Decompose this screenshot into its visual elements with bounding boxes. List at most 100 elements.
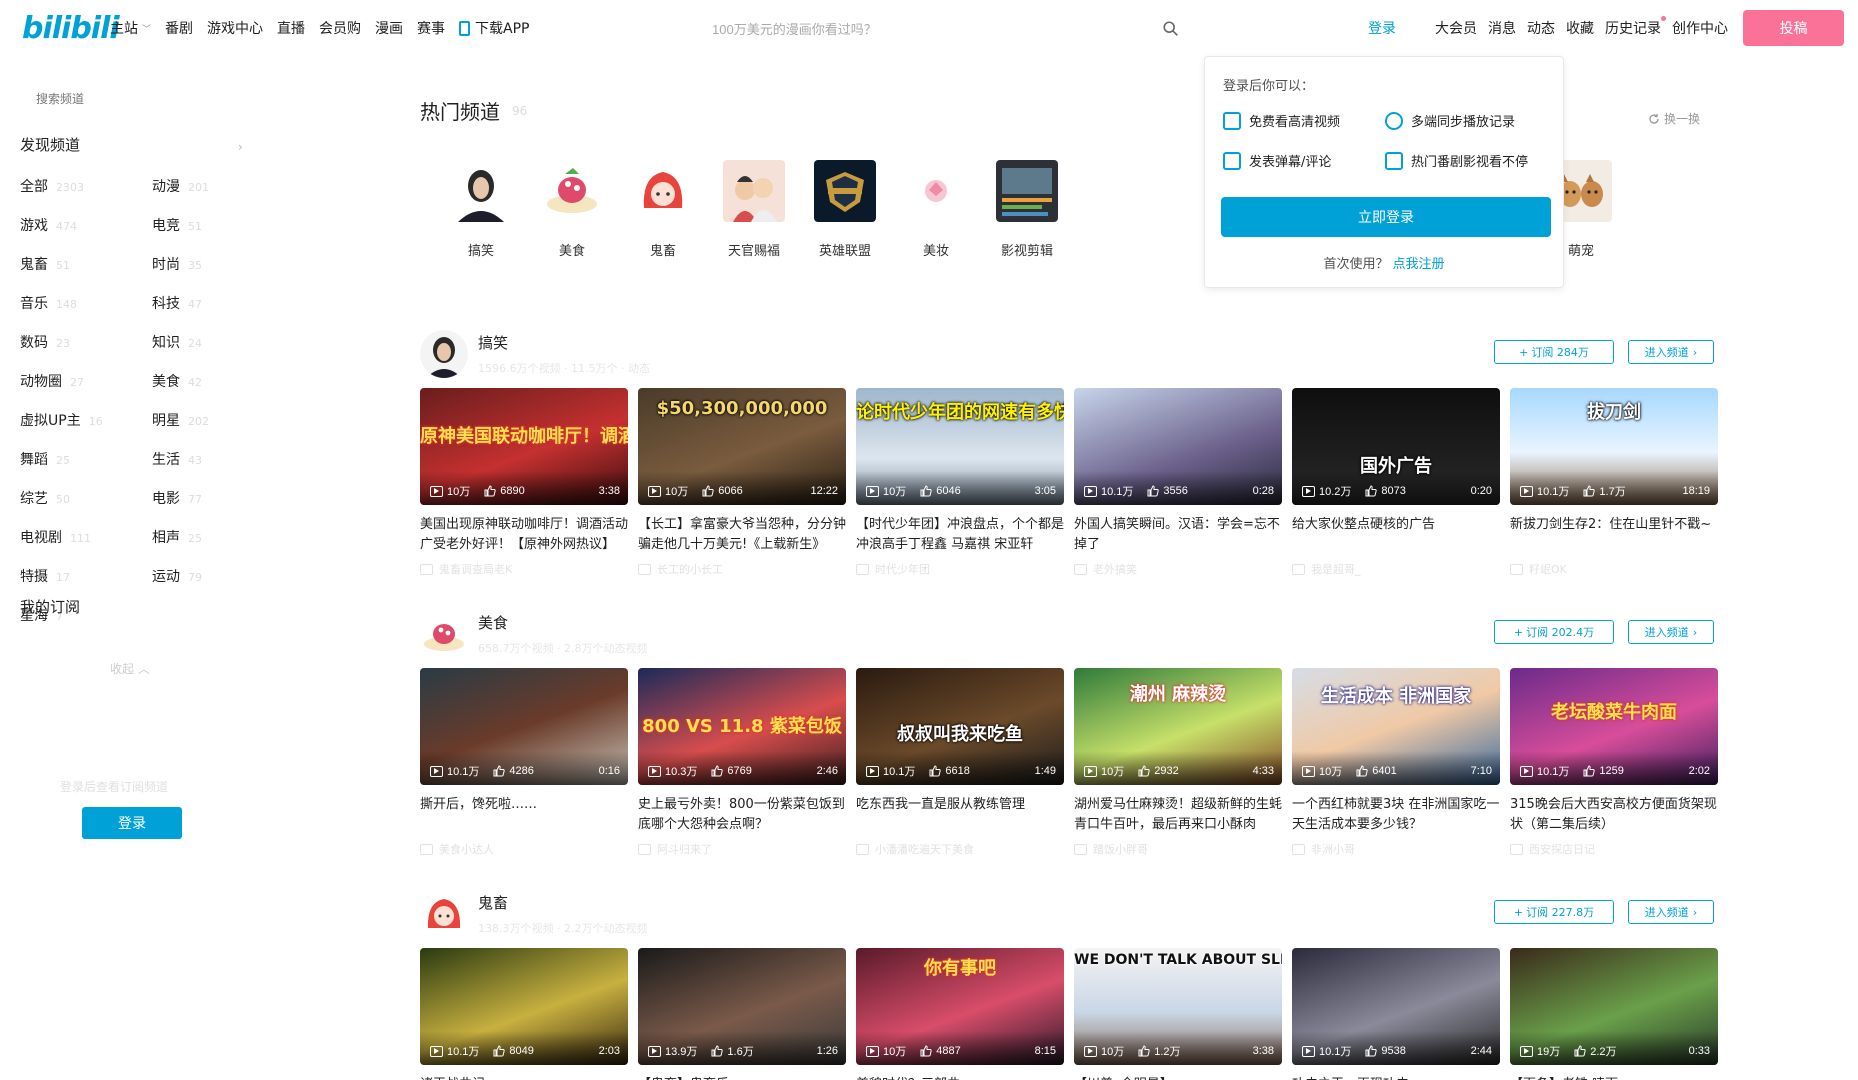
video-thumbnail[interactable]: 19万 2.2万 0:33 <box>1510 948 1718 1065</box>
channel-avatar[interactable] <box>420 610 468 658</box>
video-thumbnail[interactable]: 你有事吧 10万 4887 8:15 <box>856 948 1064 1065</box>
video-thumbnail[interactable]: 生活成本 非洲国家 10万 6401 7:10 <box>1292 668 1500 785</box>
uploader[interactable]: 籽岷OK <box>1510 561 1718 577</box>
bilibili-logo[interactable]: bilibili <box>22 11 120 46</box>
refresh-button[interactable]: 换一换 <box>1648 110 1700 127</box>
nav-live[interactable]: 直播 <box>277 18 305 38</box>
nav-creator-center[interactable]: 创作中心 <box>1672 18 1728 38</box>
video-card[interactable]: 原神美国联动咖啡厅！调酒互动获外网疯狂 10万 6890 3:38 美国出现原神… <box>420 388 628 577</box>
sidebar-channel-item[interactable]: 明星 202 <box>152 410 240 430</box>
nav-messages[interactable]: 消息 <box>1488 18 1516 38</box>
search-input[interactable] <box>700 21 1140 37</box>
uploader[interactable]: 老外搞笑 <box>1074 561 1282 577</box>
sidebar-channel-item[interactable]: 动物圈 27 <box>20 371 152 391</box>
sidebar-channel-item[interactable]: 动漫 201 <box>152 176 240 196</box>
sidebar-channel-item[interactable]: 全部 2303 <box>20 176 152 196</box>
sidebar-channel-item[interactable]: 电竞 51 <box>152 215 240 235</box>
video-thumbnail[interactable]: 拔刀剑 10.1万 1.7万 18:19 <box>1510 388 1718 505</box>
channel-avatar[interactable] <box>420 330 468 378</box>
video-thumbnail[interactable]: 老坛酸菜牛肉面 10.1万 1259 2:02 <box>1510 668 1718 785</box>
video-title[interactable]: 【面条】老铁 嗦面 <box>1510 1075 1718 1080</box>
nav-game-center[interactable]: 游戏中心 <box>207 18 263 38</box>
section-channel-name[interactable]: 搞笑 <box>478 332 508 353</box>
sidebar-channel-item[interactable]: 游戏 474 <box>20 215 152 235</box>
video-title[interactable]: 外国人搞笑瞬间。汉语：学会=忘不掉了 <box>1074 515 1282 555</box>
enter-channel-button[interactable]: 进入频道 › <box>1628 900 1714 924</box>
uploader[interactable]: 阿斗归来了 <box>638 841 846 857</box>
sidebar-channel-item[interactable]: 音乐 148 <box>20 293 152 313</box>
video-card[interactable]: 10.1万 9538 2:44 功夫之王，再现功夫 <box>1292 948 1500 1080</box>
video-thumbnail[interactable]: $50,300,000,000 10万 6066 12:22 <box>638 388 846 505</box>
video-card[interactable]: 800 VS 11.8 紫菜包饭 10.3万 6769 2:46 史上最亏外卖！… <box>638 668 846 857</box>
sidebar-channel-item[interactable]: 虚拟UP主 16 <box>20 410 152 430</box>
video-title[interactable]: 【时代少年团】冲浪盘点，个个都是冲浪高手丁程鑫 马嘉祺 宋亚轩 <box>856 515 1064 555</box>
uploader[interactable]: 蹭饭小胖哥 <box>1074 841 1282 857</box>
video-card[interactable]: 10.1万 8049 2:03 诸王战曲记 <box>420 948 628 1080</box>
video-title[interactable]: 史上最亏外卖！800一份紫菜包饭到底哪个大怨种会点啊？ <box>638 795 846 835</box>
uploader[interactable]: 小潘潘吃遍天下美食 <box>856 841 1064 857</box>
nav-esports[interactable]: 赛事 <box>417 18 445 38</box>
video-card[interactable]: 叔叔叫我来吃鱼 10.1万 6618 1:49 吃东西我一直是服从教练管理 小潘… <box>856 668 1064 857</box>
nav-mall[interactable]: 会员购 <box>319 18 361 38</box>
video-card[interactable]: 10.1万 3556 0:28 外国人搞笑瞬间。汉语：学会=忘不掉了 老外搞笑 <box>1074 388 1282 577</box>
video-thumbnail[interactable]: WE DON'T TALK ABOUT SLEEPY JOE 10万 1.2万 … <box>1074 948 1282 1065</box>
video-card[interactable]: 13.9万 1.6万 1:26 【鬼畜】鬼畜乐 <box>638 948 846 1080</box>
sidebar-channel-item[interactable]: 知识 24 <box>152 332 240 352</box>
hot-channel-item[interactable]: 美妆 <box>891 160 981 259</box>
video-title[interactable]: 给大家伙整点硬核的广告 <box>1292 515 1500 555</box>
section-channel-name[interactable]: 美食 <box>478 612 508 633</box>
popover-login-button[interactable]: 立即登录 <box>1221 197 1551 237</box>
video-card[interactable]: 国外广告 10.2万 8073 0:20 给大家伙整点硬核的广告 我是超哥_ <box>1292 388 1500 577</box>
sidebar-login-button[interactable]: 登录 <box>82 807 182 839</box>
video-card[interactable]: 19万 2.2万 0:33 【面条】老铁 嗦面 <box>1510 948 1718 1080</box>
hot-channel-item[interactable]: 影视剪辑 <box>982 160 1072 259</box>
sidebar-channel-item[interactable]: 舞蹈 25 <box>20 449 152 469</box>
enter-channel-button[interactable]: 进入频道 › <box>1628 340 1714 364</box>
video-thumbnail[interactable]: 10.1万 8049 2:03 <box>420 948 628 1065</box>
uploader[interactable]: 我是超哥_ <box>1292 561 1500 577</box>
video-thumbnail[interactable]: 10.1万 3556 0:28 <box>1074 388 1282 505</box>
video-title[interactable]: 一个西红柿就要3块 在非洲国家吃一天生活成本要多少钱？ <box>1292 795 1500 835</box>
chevron-right-icon[interactable]: › <box>238 140 243 154</box>
video-card[interactable]: WE DON'T TALK ABOUT SLEEPY JOE 10万 1.2万 … <box>1074 948 1282 1080</box>
video-title[interactable]: 诸王战曲记 <box>420 1075 628 1080</box>
video-title[interactable]: 功夫之王，再现功夫 <box>1292 1075 1500 1080</box>
video-title[interactable]: 撕开后，馋死啦…… <box>420 795 628 835</box>
login-link[interactable]: 登录 <box>1368 18 1396 38</box>
hot-channel-item[interactable]: 天官赐福 <box>709 160 799 259</box>
uploader[interactable]: 非洲小哥 <box>1292 841 1500 857</box>
collapse-toggle[interactable]: 收起 ︿ <box>110 660 150 677</box>
uploader[interactable]: 时代少年团 <box>856 561 1064 577</box>
video-thumbnail[interactable]: 论时代少年团的网速有多快 10万 6046 3:05 <box>856 388 1064 505</box>
upload-button[interactable]: 投稿 <box>1743 10 1844 46</box>
search-icon[interactable] <box>1162 20 1180 38</box>
subscribe-button[interactable]: + 订阅 227.8万 <box>1494 900 1614 924</box>
sidebar-channel-item[interactable]: 电视剧 111 <box>20 527 152 547</box>
sidebar-channel-item[interactable]: 运动 79 <box>152 566 240 586</box>
video-thumbnail[interactable]: 叔叔叫我来吃鱼 10.1万 6618 1:49 <box>856 668 1064 785</box>
subscribe-button[interactable]: + 订阅 284万 <box>1494 340 1614 364</box>
video-title[interactable]: 吃东西我一直是服从教练管理 <box>856 795 1064 835</box>
sidebar-channel-item[interactable]: 生活 43 <box>152 449 240 469</box>
video-card[interactable]: 10.1万 4286 0:16 撕开后，馋死啦…… 美食小达人 <box>420 668 628 857</box>
nav-vip[interactable]: 大会员 <box>1435 18 1477 38</box>
sidebar-channel-item[interactable]: 时尚 35 <box>152 254 240 274</box>
nav-bangumi[interactable]: 番剧 <box>165 18 193 38</box>
hot-channel-item[interactable]: 搞笑 <box>436 160 526 259</box>
video-thumbnail[interactable]: 13.9万 1.6万 1:26 <box>638 948 846 1065</box>
sidebar-channel-item[interactable]: 相声 25 <box>152 527 240 547</box>
nav-manga[interactable]: 漫画 <box>375 18 403 38</box>
video-thumbnail[interactable]: 国外广告 10.2万 8073 0:20 <box>1292 388 1500 505</box>
discover-channels-title[interactable]: 发现频道 <box>20 134 80 155</box>
sidebar-channel-item[interactable]: 鬼畜 51 <box>20 254 152 274</box>
nav-history[interactable]: 历史记录 <box>1605 16 1666 38</box>
channel-avatar[interactable] <box>420 890 468 938</box>
nav-dynamic[interactable]: 动态 <box>1527 18 1555 38</box>
register-link[interactable]: 点我注册 <box>1393 257 1445 272</box>
enter-channel-button[interactable]: 进入频道 › <box>1628 620 1714 644</box>
video-title[interactable]: 湖州爱马仕麻辣烫！超级新鲜的生蚝青口牛百叶，最后再来口小酥肉 <box>1074 795 1282 835</box>
uploader[interactable]: 美食小达人 <box>420 841 628 857</box>
video-title[interactable]: 新拔刀剑生存2：住在山里针不戳~ <box>1510 515 1718 555</box>
section-channel-name[interactable]: 鬼畜 <box>478 892 508 913</box>
video-thumbnail[interactable]: 10.1万 4286 0:16 <box>420 668 628 785</box>
